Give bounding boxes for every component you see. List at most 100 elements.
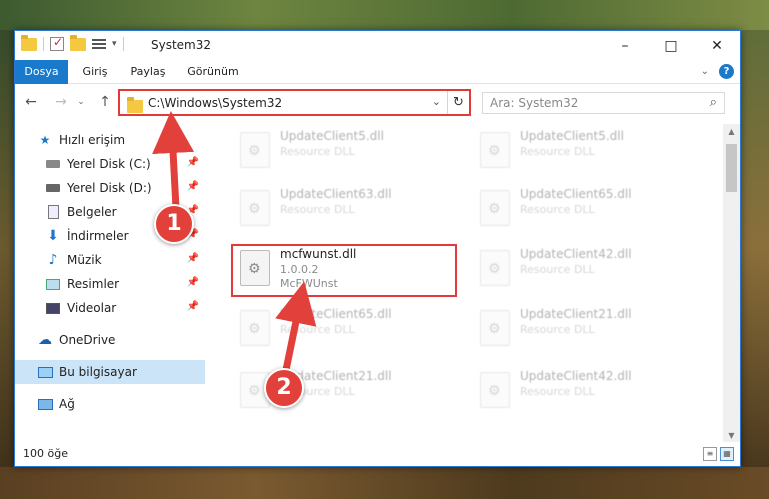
dll-file-icon [240,310,270,346]
forward-arrow-icon[interactable]: → [51,92,71,112]
address-dropdown-icon[interactable]: ⌄ [432,95,441,108]
file-tile[interactable]: UpdateClient65.dll Resource DLL [472,184,682,234]
file-name: UpdateClient5.dll [520,129,624,143]
properties-list-icon[interactable] [92,37,106,51]
window-controls: – □ ✕ [602,31,740,60]
pin-icon[interactable]: 📌 [187,277,199,288]
file-tile[interactable]: UpdateClient42.dll Resource DLL [472,244,682,294]
close-button[interactable]: ✕ [694,31,740,60]
dll-file-icon [480,190,510,226]
dll-file-icon [480,132,510,168]
search-box[interactable]: Ara: System32 ⌕ [482,92,725,114]
recent-locations-icon[interactable]: ⌄ [75,92,87,112]
file-name: UpdateClient63.dll [280,187,392,201]
refresh-icon[interactable]: ↻ [447,91,469,114]
new-folder-icon[interactable] [70,34,86,51]
customize-toolbar-dropdown-icon[interactable]: ▾ [112,39,117,49]
address-bar[interactable]: C:\Windows\System32 ⌄ ↻ [118,89,471,116]
address-path: C:\Windows\System32 [148,96,283,110]
dll-file-icon [240,190,270,226]
sidebar-item-this-pc[interactable]: Bu bilgisayar [15,360,205,384]
sidebar-item-onedrive[interactable]: ☁ OneDrive [15,328,205,352]
up-arrow-icon[interactable]: ↑ [95,92,115,112]
file-description: Resource DLL [520,263,595,276]
file-description: Resource DLL [280,203,355,216]
computer-icon [37,364,53,380]
sidebar-item-local-disk-d[interactable]: Yerel Disk (D:) 📌 [15,176,205,200]
expand-ribbon-icon[interactable]: ⌄ [701,66,709,77]
sidebar-item-music[interactable]: ♪ Müzik 📌 [15,248,205,272]
file-name: UpdateClient42.dll [520,247,632,261]
folder-icon[interactable] [21,34,37,51]
tab-home[interactable]: Giriş [75,60,115,84]
file-description: Resource DLL [520,385,595,398]
file-description: Resource DLL [280,145,355,158]
star-icon: ★ [39,133,51,147]
file-name: UpdateClient42.dll [520,369,632,383]
dll-file-icon [480,310,510,346]
pin-icon[interactable]: 📌 [187,301,199,312]
quick-access-toolbar: ▾ [21,34,124,51]
tiles-view-icon[interactable]: ▦ [720,447,734,461]
pin-icon[interactable]: 📌 [187,181,199,192]
desktop-background-right [741,0,769,499]
file-description: Resource DLL [280,323,355,336]
properties-check-icon[interactable] [50,35,64,51]
help-icon[interactable]: ? [719,64,734,79]
cloud-icon: ☁ [38,332,52,348]
window-title: System32 [151,38,212,52]
download-icon: ⬇ [47,228,59,244]
back-arrow-icon[interactable]: ← [21,92,41,112]
sidebar-item-network[interactable]: Ağ [15,392,205,416]
details-view-icon[interactable]: ≡ [703,447,717,461]
sidebar-item-videos[interactable]: Videolar 📌 [15,296,205,320]
sidebar-item-quick-access[interactable]: ★ Hızlı erişim [15,128,205,152]
file-tile[interactable]: UpdateClient63.dll Resource DLL [232,184,442,234]
sidebar-item-label: Resimler [67,277,120,291]
search-placeholder: Ara: System32 [490,96,579,110]
pictures-icon [45,276,61,292]
navigation-row: ← → ⌄ ↑ C:\Windows\System32 ⌄ ↻ Ara: Sys… [15,85,740,119]
pin-icon[interactable]: 📌 [187,253,199,264]
sidebar-item-label: Yerel Disk (D:) [67,181,152,195]
file-name: UpdateClient65.dll [280,307,392,321]
ribbon-right-controls: ⌄ ? [701,64,734,79]
dll-file-icon [480,250,510,286]
sidebar-item-label: İndirmeler [67,229,129,243]
tab-view[interactable]: Görünüm [185,60,241,84]
toolbar-separator [122,37,124,51]
file-description: Resource DLL [520,203,595,216]
sidebar-item-label: Videolar [67,301,117,315]
search-icon[interactable]: ⌕ [710,95,717,110]
maximize-button[interactable]: □ [648,31,694,60]
tab-share[interactable]: Paylaş [125,60,171,84]
scroll-up-icon[interactable]: ▲ [723,124,740,140]
documents-icon [45,204,61,220]
file-tile[interactable]: UpdateClient5.dll Resource DLL [472,126,682,176]
toolbar-separator [43,37,44,51]
sidebar-item-local-disk-c[interactable]: Yerel Disk (C:) 📌 [15,152,205,176]
sidebar-item-label: Yerel Disk (C:) [67,157,151,171]
desktop-background-top [0,0,769,30]
file-tile[interactable]: UpdateClient5.dll Resource DLL [232,126,442,176]
videos-icon [45,300,61,316]
step-2-badge: 2 [264,368,304,408]
dll-file-icon [240,132,270,168]
sidebar-item-pictures[interactable]: Resimler 📌 [15,272,205,296]
minimize-button[interactable]: – [602,31,648,60]
step-1-badge: 1 [154,204,194,244]
title-bar: ▾ System32 – □ ✕ [15,31,740,60]
file-tile[interactable]: UpdateClient65.dll Resource DLL [232,304,442,354]
vertical-scrollbar[interactable]: ▲ ▼ [723,124,740,444]
pin-icon[interactable]: 📌 [187,157,199,168]
file-tile[interactable]: UpdateClient21.dll Resource DLL [472,304,682,354]
ribbon-tabs: Dosya Giriş Paylaş Görünüm ⌄ ? [15,60,740,84]
tab-file[interactable]: Dosya [15,60,68,84]
folder-icon [127,97,143,113]
scrollbar-thumb[interactable] [726,144,737,192]
dll-file-icon [480,372,510,408]
sidebar-item-label: Müzik [67,253,102,267]
music-icon: ♪ [48,252,58,268]
sidebar-item-label: Bu bilgisayar [59,365,137,379]
file-tile[interactable]: UpdateClient42.dll Resource DLL [472,366,682,416]
